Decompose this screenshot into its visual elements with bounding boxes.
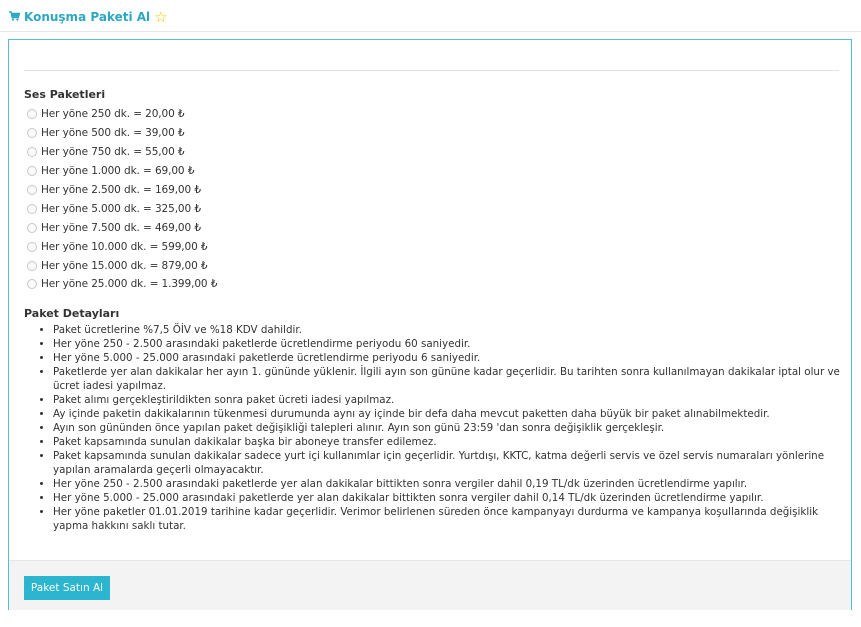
detail-item: Paketlerde yer alan dakikalar her ayın 1… [53,365,853,393]
package-label[interactable]: Her yöne 7.500 dk. = 469,00 ₺ [41,222,201,234]
package-label[interactable]: Her yöne 10.000 dk. = 599,00 ₺ [41,241,208,253]
detail-item: Paket kapsamında sunulan dakikalar sadec… [53,449,853,477]
package-option[interactable]: Her yöne 15.000 dk. = 879,00 ₺ [27,256,217,275]
cart-icon [9,11,21,23]
radio-button[interactable] [27,260,37,271]
detail-item: Her yöne paketler 01.01.2019 tarihine ka… [53,505,853,533]
radio-button[interactable] [27,128,37,139]
detail-item: Her yöne 250 - 2.500 arasındaki paketler… [53,477,853,491]
buy-package-button[interactable]: Paket Satın Al [24,576,110,600]
radio-button[interactable] [27,147,37,158]
detail-item: Her yöne 5.000 - 25.000 arasındaki paket… [53,491,853,505]
package-label[interactable]: Her yöne 1.000 dk. = 69,00 ₺ [41,165,194,177]
package-option[interactable]: Her yöne 7.500 dk. = 469,00 ₺ [27,218,217,237]
package-option[interactable]: Her yöne 250 dk. = 20,00 ₺ [27,105,217,124]
package-label[interactable]: Her yöne 2.500 dk. = 169,00 ₺ [41,184,201,196]
detail-item: Ayın son gününden önce yapılan paket değ… [53,421,853,435]
details-list: Paket ücretlerine %7,5 ÖİV ve %18 KDV da… [27,323,853,533]
package-option[interactable]: Her yöne 5.000 dk. = 325,00 ₺ [27,199,217,218]
page-title: Konuşma Paketi Al [24,10,151,24]
radio-button[interactable] [27,185,37,195]
package-option[interactable]: Her yöne 500 dk. = 39,00 ₺ [27,124,217,143]
package-option[interactable]: Her yöne 1.000 dk. = 69,00 ₺ [27,162,217,181]
package-panel: Ses Paketleri Her yöne 250 dk. = 20,00 ₺… [8,39,852,610]
header-divider [0,31,861,32]
package-label[interactable]: Her yöne 15.000 dk. = 879,00 ₺ [41,260,208,272]
package-label[interactable]: Her yöne 250 dk. = 20,00 ₺ [41,108,185,120]
package-option[interactable]: Her yöne 25.000 dk. = 1.399,00 ₺ [27,275,217,294]
detail-item: Paket ücretlerine %7,5 ÖİV ve %18 KDV da… [53,323,853,337]
detail-item: Paket kapsamında sunulan dakikalar başka… [53,435,853,449]
packages-section-title: Ses Paketleri [24,88,106,101]
package-label[interactable]: Her yöne 500 dk. = 39,00 ₺ [41,127,185,139]
page-header: Konuşma Paketi Al ☆ [9,7,168,27]
radio-button[interactable] [27,279,37,290]
package-option[interactable]: Her yöne 10.000 dk. = 599,00 ₺ [27,237,217,256]
detail-item: Her yöne 5.000 - 25.000 arasındaki paket… [53,351,853,365]
radio-button[interactable] [27,241,37,252]
radio-button[interactable] [27,166,37,177]
package-label[interactable]: Her yöne 5.000 dk. = 325,00 ₺ [41,203,201,215]
detail-item: Ay içinde paketin dakikalarının tükenmes… [53,407,853,421]
package-option[interactable]: Her yöne 750 dk. = 55,00 ₺ [27,143,217,162]
details-section-title: Paket Detayları [24,307,120,320]
star-icon[interactable]: ☆ [154,9,167,25]
package-label[interactable]: Her yöne 750 dk. = 55,00 ₺ [41,146,185,158]
panel-divider [24,70,839,71]
package-label[interactable]: Her yöne 25.000 dk. = 1.399,00 ₺ [41,278,217,290]
radio-button[interactable] [27,222,37,233]
radio-button[interactable] [27,203,37,214]
detail-item: Her yöne 250 - 2.500 arasındaki paketler… [53,337,853,351]
radio-button[interactable] [27,109,37,120]
detail-item: Paket alımı gerçekleştirildikten sonra p… [53,393,853,407]
panel-footer: Paket Satın Al [9,560,851,610]
package-option[interactable]: Her yöne 2.500 dk. = 169,00 ₺ [27,181,217,200]
package-list: Her yöne 250 dk. = 20,00 ₺ Her yöne 500 … [27,105,217,294]
